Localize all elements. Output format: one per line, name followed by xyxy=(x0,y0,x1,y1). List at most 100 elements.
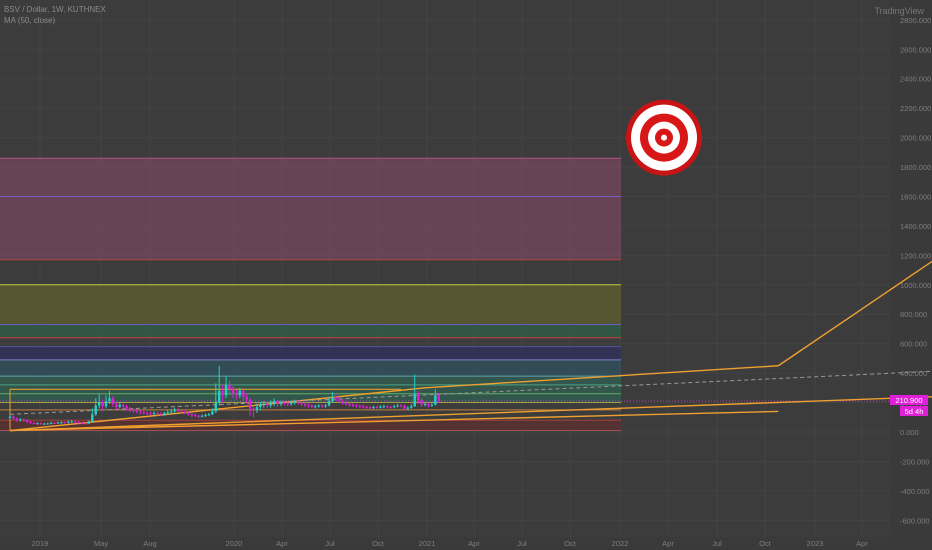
candle-body xyxy=(173,409,176,412)
candle-body xyxy=(430,404,434,406)
candle-body xyxy=(156,412,159,414)
candle-body xyxy=(19,419,22,421)
x-tick-label: 2022 xyxy=(612,539,629,548)
candle-body xyxy=(211,411,214,415)
candle-body xyxy=(132,409,135,411)
candle-body xyxy=(252,408,255,410)
candle-body xyxy=(386,406,389,408)
candle-body xyxy=(235,393,238,396)
x-tick-label: 2021 xyxy=(419,539,436,548)
candle-body xyxy=(53,422,56,424)
x-tick-label: Aug xyxy=(143,539,156,548)
x-tick-label: 2020 xyxy=(226,539,243,548)
candle-body xyxy=(372,406,375,408)
candle-body xyxy=(214,402,217,412)
candle-body xyxy=(108,398,111,402)
y-tick-label: 400.000 xyxy=(900,369,927,378)
candle-body xyxy=(314,406,317,408)
chart-header: BSV / Dollar, 1W, KUTHNEX MA (50, close) xyxy=(4,4,106,26)
target-icon xyxy=(661,134,667,141)
y-tick-label: 2600.000 xyxy=(900,45,931,54)
candle-body xyxy=(166,412,169,414)
candle-body xyxy=(283,402,286,404)
candle-body xyxy=(293,401,296,403)
candle-body xyxy=(327,401,331,406)
x-tick-label: Apr xyxy=(468,539,480,548)
y-tick-label: 1000.000 xyxy=(900,281,931,290)
y-tick-label: 1600.000 xyxy=(900,192,931,201)
x-tick-label: Jul xyxy=(712,539,722,548)
candle-body xyxy=(307,404,310,406)
candle-body xyxy=(125,406,128,409)
y-tick-label: 2000.000 xyxy=(900,134,931,143)
plot-area xyxy=(0,0,890,537)
candle-body xyxy=(310,405,314,407)
candle-body xyxy=(238,390,242,396)
candle-body xyxy=(84,423,87,425)
candle-body xyxy=(87,421,91,424)
candle-body xyxy=(423,404,427,406)
candle-body xyxy=(15,418,19,421)
y-tick-label: 600.000 xyxy=(900,340,927,349)
candle-body xyxy=(94,405,97,415)
candle-body xyxy=(70,421,73,423)
candle-body xyxy=(262,404,266,406)
candle-body xyxy=(43,423,46,425)
candle-body xyxy=(146,412,149,414)
candle-body xyxy=(416,393,420,401)
indicator-label[interactable]: MA (50, close) xyxy=(4,15,106,26)
candle-body xyxy=(348,404,351,406)
y-tick-label: 0.000 xyxy=(900,428,919,437)
fib-zone xyxy=(0,346,621,360)
candle-body xyxy=(365,406,368,408)
y-tick-label: 1800.000 xyxy=(900,163,931,172)
x-tick-label: Oct xyxy=(759,539,772,548)
price-chart[interactable]: 2800.000 2600.000 2400.000 2200.000 2000.000… xyxy=(0,0,932,550)
candle-body xyxy=(194,415,197,417)
candle-body xyxy=(276,401,279,405)
candle-body xyxy=(413,393,416,407)
fib-zone xyxy=(0,324,621,338)
candle-body xyxy=(406,407,410,409)
candle-body xyxy=(248,399,252,409)
fib-zone xyxy=(0,158,621,260)
y-tick-label: 1200.000 xyxy=(900,251,931,260)
candle-body xyxy=(12,416,15,419)
candle-body xyxy=(187,412,190,415)
candle-body xyxy=(8,416,12,419)
candle-body xyxy=(399,405,403,407)
candle-body xyxy=(334,396,338,399)
candle-body xyxy=(115,404,118,407)
tradingview-logo: TradingView xyxy=(874,6,924,16)
candle-body xyxy=(351,404,355,406)
symbol-label[interactable]: BSV / Dollar, 1W, KUTHNEX xyxy=(4,4,106,15)
candle-body xyxy=(266,404,269,406)
candle-body xyxy=(396,405,399,407)
candle-body xyxy=(67,421,70,423)
candle-body xyxy=(149,413,152,415)
candle-body xyxy=(111,398,115,405)
candle-body xyxy=(320,405,324,407)
y-tick-label: 2200.000 xyxy=(900,104,931,113)
candle-body xyxy=(197,415,200,417)
candle-body xyxy=(80,422,84,424)
x-tick-label: Apr xyxy=(662,539,674,548)
x-tick-label: Oct xyxy=(372,539,385,548)
x-tick-label: Apr xyxy=(276,539,288,548)
candle-body xyxy=(135,410,139,412)
countdown-label: 5d 4h xyxy=(905,407,924,416)
candle-body xyxy=(245,396,248,400)
candle-body xyxy=(242,390,245,397)
candle-body xyxy=(22,419,25,421)
x-tick-label: Jul xyxy=(325,539,335,548)
candle-body xyxy=(60,422,63,424)
candle-body xyxy=(379,406,382,408)
candle-body xyxy=(427,404,430,406)
candle-body xyxy=(218,390,221,403)
candle-body xyxy=(410,406,413,408)
y-tick-label: -400.000 xyxy=(900,487,930,496)
candle-body xyxy=(49,422,53,424)
candle-body xyxy=(207,414,211,416)
candle-body xyxy=(344,402,348,405)
candle-body xyxy=(176,409,180,411)
